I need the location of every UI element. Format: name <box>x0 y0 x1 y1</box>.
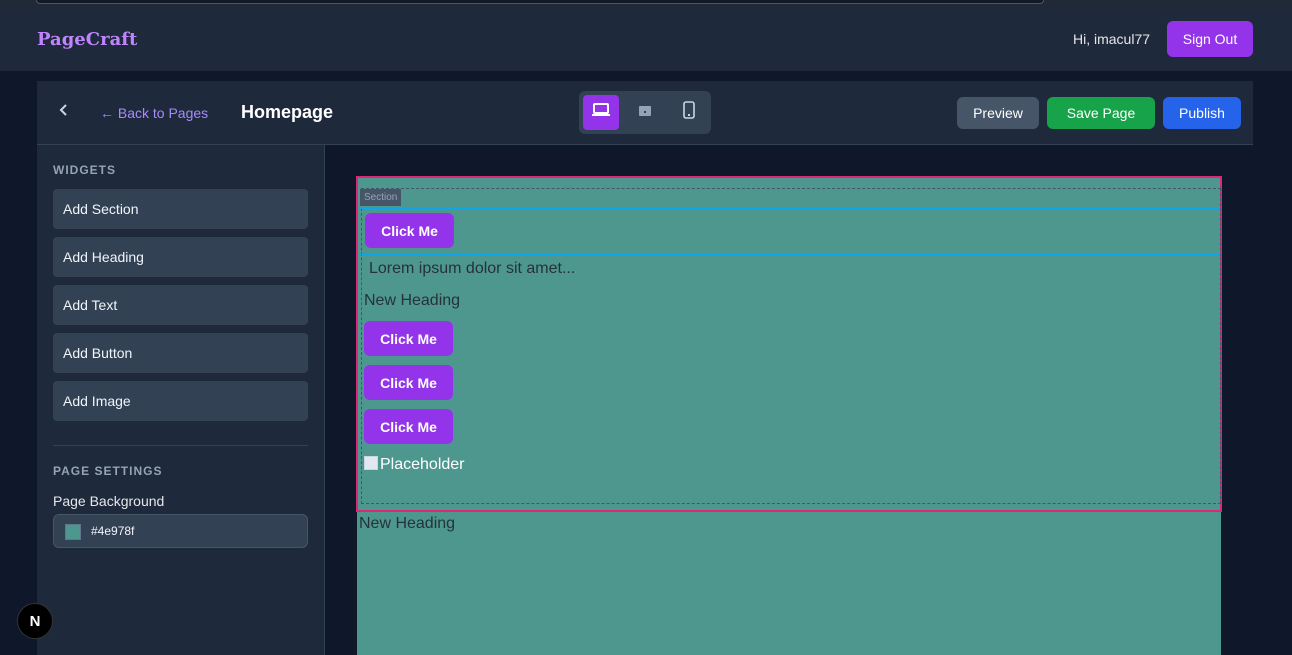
editor-toolbar: ← Back to Pages Homepage Preview Save Pa… <box>37 81 1253 145</box>
sidebar-divider <box>53 445 308 446</box>
add-text-button[interactable]: Add Text <box>53 285 308 325</box>
editor-panel: ← Back to Pages Homepage Preview Save Pa… <box>37 81 1253 655</box>
click-me-button[interactable]: Click Me <box>364 409 453 444</box>
add-image-button[interactable]: Add Image <box>53 381 308 421</box>
click-me-button[interactable]: Click Me <box>364 365 453 400</box>
page-settings-heading: PAGE SETTINGS <box>53 464 163 478</box>
add-button-button[interactable]: Add Button <box>53 333 308 373</box>
mobile-view-button[interactable] <box>671 95 707 130</box>
dev-tools-badge[interactable]: N <box>17 603 53 639</box>
laptop-icon <box>591 102 611 123</box>
widgets-sidebar: WIDGETS Add Section Add Heading Add Text… <box>37 145 325 655</box>
text-block[interactable]: Lorem ipsum dolor sit amet... <box>369 260 575 278</box>
address-bar <box>36 0 1044 4</box>
placeholder-image[interactable]: Placeholder <box>364 456 465 474</box>
browser-top-strip <box>0 0 1292 7</box>
broken-image-icon <box>364 456 378 470</box>
add-heading-button[interactable]: Add Heading <box>53 237 308 277</box>
tablet-icon <box>638 104 652 122</box>
click-me-button[interactable]: Click Me <box>365 213 454 248</box>
sign-out-button[interactable]: Sign Out <box>1167 21 1253 57</box>
image-alt-text: Placeholder <box>380 456 465 473</box>
section-tag: Section <box>360 189 402 206</box>
chevron-left-icon[interactable] <box>59 103 69 120</box>
click-me-button[interactable]: Click Me <box>364 321 453 356</box>
brand-logo[interactable]: PageCraft <box>37 29 137 50</box>
back-to-pages-link[interactable]: ← Back to Pages <box>100 105 208 121</box>
widgets-heading: WIDGETS <box>53 163 116 177</box>
canvas-area: Section Click Me Lorem ipsum dolor sit a… <box>325 145 1253 655</box>
heading-block[interactable]: New Heading <box>359 515 455 533</box>
button-container[interactable]: Click Me <box>360 208 1220 255</box>
page-background-label: Page Background <box>53 493 165 509</box>
device-switcher <box>579 91 711 134</box>
add-section-button[interactable]: Add Section <box>53 189 308 229</box>
heading-block[interactable]: New Heading <box>364 292 460 310</box>
page-title: Homepage <box>241 102 334 122</box>
color-value: #4e978f <box>91 524 135 538</box>
color-swatch[interactable] <box>65 524 81 540</box>
section-block[interactable]: Section Click Me Lorem ipsum dolor sit a… <box>356 176 1222 512</box>
save-page-button[interactable]: Save Page <box>1047 97 1155 129</box>
page-canvas[interactable]: Section Click Me Lorem ipsum dolor sit a… <box>356 176 1222 655</box>
tablet-view-button[interactable] <box>627 95 663 130</box>
desktop-view-button[interactable] <box>583 95 619 130</box>
user-greeting: Hi, imacul77 <box>1073 31 1151 47</box>
publish-button[interactable]: Publish <box>1163 97 1241 129</box>
mobile-icon <box>683 101 695 124</box>
preview-button[interactable]: Preview <box>957 97 1039 129</box>
app-header: PageCraft Hi, imacul77 Sign Out <box>0 7 1292 71</box>
page-background-color-input[interactable]: #4e978f <box>53 514 308 548</box>
